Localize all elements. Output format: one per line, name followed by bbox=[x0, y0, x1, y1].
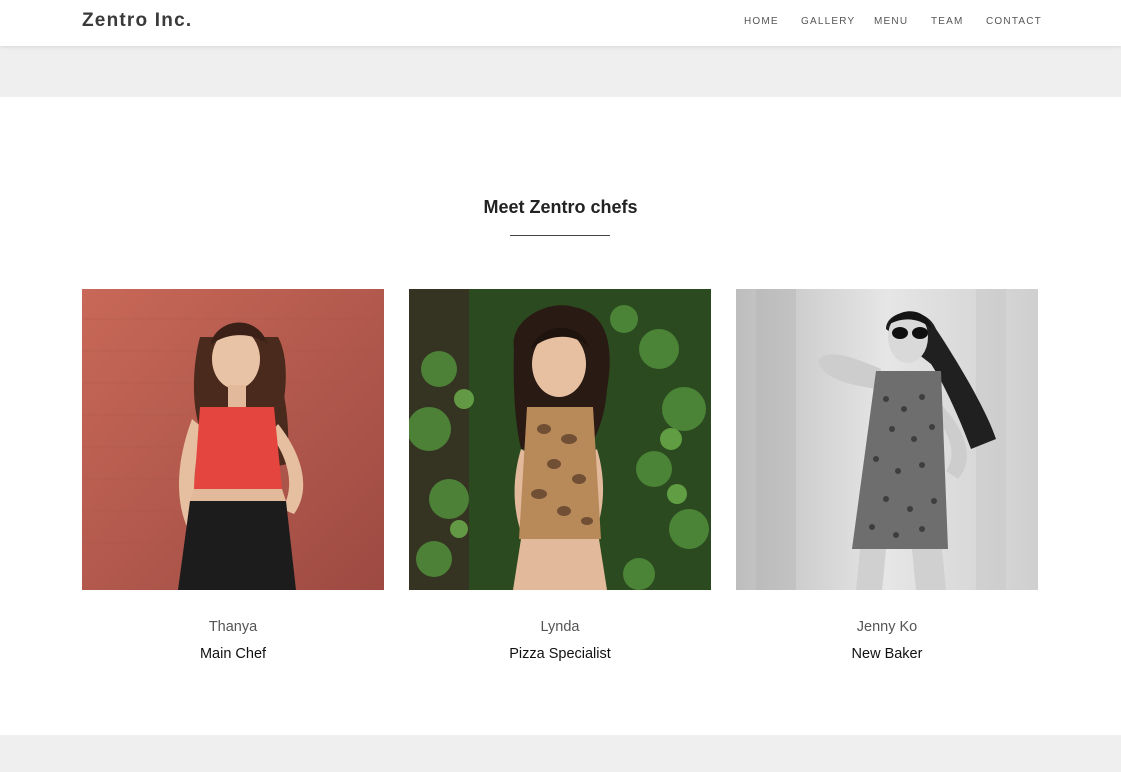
section-title: Meet Zentro chefs bbox=[483, 197, 638, 217]
chef-role: New Baker bbox=[851, 646, 923, 662]
chef-name: Jenny Ko bbox=[856, 619, 918, 635]
title-divider bbox=[510, 235, 610, 236]
nav-menu: HOME GALLERY MENU TEAM CONTACT bbox=[0, 16, 1121, 30]
nav-home[interactable]: HOME bbox=[744, 16, 779, 27]
chef-card: Thanya Main Chef bbox=[82, 289, 384, 662]
chef-photo-thanya bbox=[82, 289, 384, 590]
chef-photo-lynda-art bbox=[409, 289, 711, 590]
top-band bbox=[0, 46, 1121, 97]
nav-menu-link[interactable]: MENU bbox=[874, 16, 908, 27]
nav-contact[interactable]: CONTACT bbox=[986, 16, 1042, 27]
chef-card: Lynda Pizza Specialist bbox=[409, 289, 711, 662]
nav-team[interactable]: TEAM bbox=[931, 16, 964, 27]
chef-photo-jenny-ko bbox=[736, 289, 1038, 590]
chef-role: Pizza Specialist bbox=[509, 646, 611, 662]
chef-photo-jenny-ko-art bbox=[736, 289, 1038, 590]
chef-card: Jenny Ko New Baker bbox=[736, 289, 1038, 662]
chef-photo-lynda bbox=[409, 289, 711, 590]
bottom-band bbox=[0, 735, 1121, 772]
chef-photo-thanya-art bbox=[82, 289, 384, 590]
chef-name: Lynda bbox=[540, 619, 580, 635]
navbar: Zentro Inc. HOME GALLERY MENU TEAM CONTA… bbox=[0, 0, 1121, 46]
chef-role: Main Chef bbox=[199, 646, 267, 662]
chef-name: Thanya bbox=[208, 619, 258, 635]
nav-gallery[interactable]: GALLERY bbox=[801, 16, 855, 27]
